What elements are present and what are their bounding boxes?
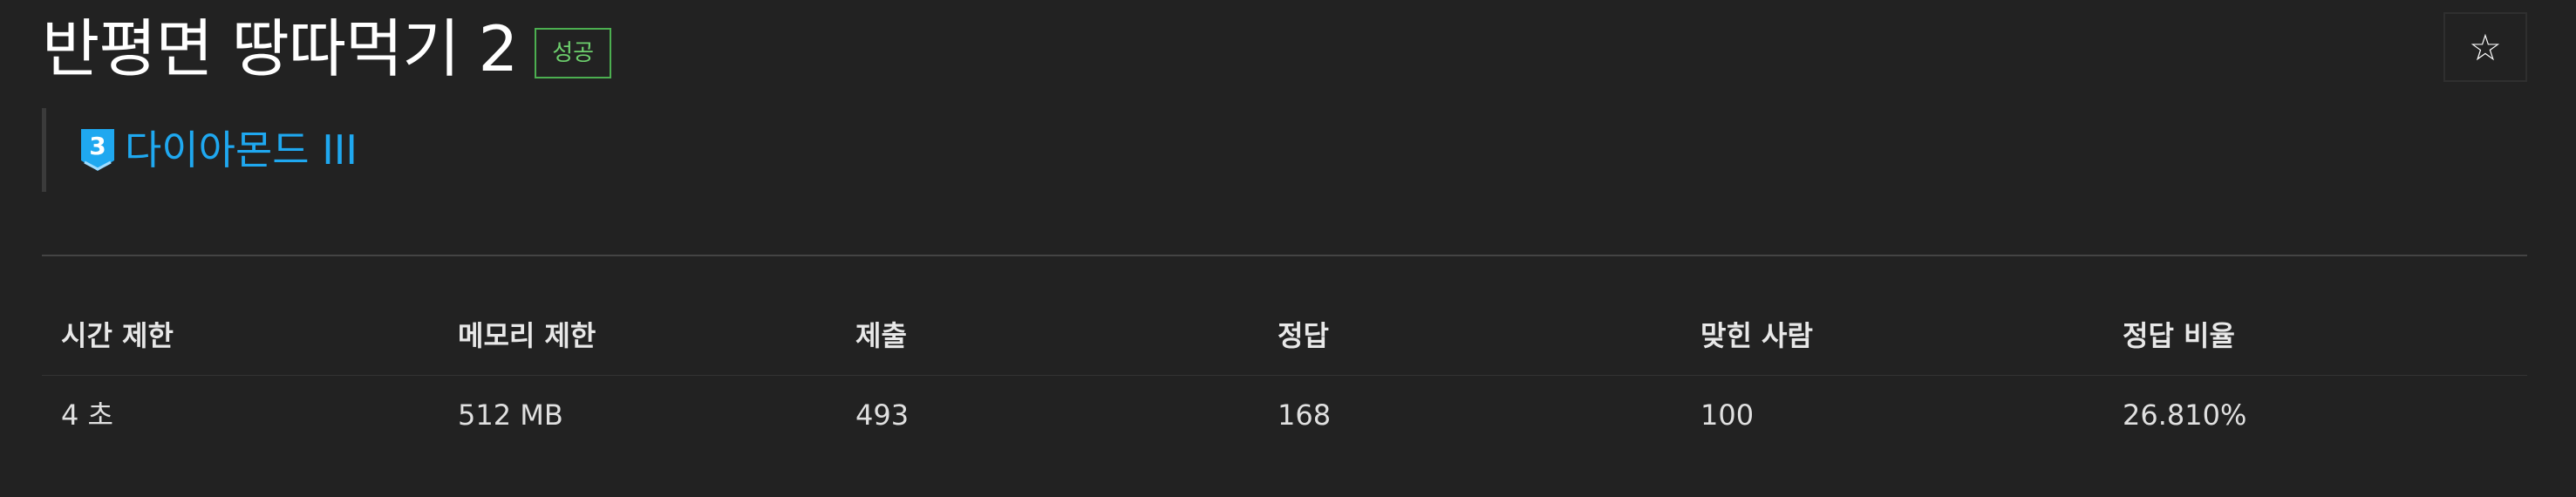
header-time-limit: 시간 제한 (61, 319, 174, 352)
status-badge: 성공 (535, 28, 612, 78)
header-divider (42, 255, 2527, 256)
value-accepted[interactable]: 168 (1258, 376, 1331, 454)
problem-header: 반평면 땅따먹기 2 성공 (42, 12, 612, 85)
value-submissions[interactable]: 493 (836, 376, 909, 454)
value-time-limit: 4 초 (61, 398, 113, 432)
stats-value-row: 4 초 512 MB 493 168 100 26.810% (42, 376, 2527, 454)
favorite-button[interactable]: ☆ (2443, 12, 2527, 82)
star-icon: ☆ (2469, 25, 2502, 69)
value-memory-limit: 512 MB (458, 398, 563, 432)
header-accepted: 정답 (1278, 319, 1329, 352)
tier-label[interactable]: 다이아몬드 III (125, 126, 358, 174)
diamond-tier-badge-icon: 3 (81, 129, 114, 171)
value-accept-ratio: 26.810% (2123, 398, 2247, 432)
tier-level-number: 3 (89, 132, 106, 160)
header-memory-limit: 메모리 제한 (458, 319, 596, 352)
value-solvers[interactable]: 100 (1681, 376, 1754, 454)
header-submissions: 제출 (855, 319, 907, 352)
header-solvers: 맞힌 사람 (1700, 319, 1813, 352)
problem-stats-table: 시간 제한 메모리 제한 제출 정답 맞힌 사람 정답 비율 4 초 512 M… (42, 296, 2527, 454)
header-accept-ratio: 정답 비율 (2123, 319, 2235, 352)
tier-info: 3 다이아몬드 III (42, 108, 358, 192)
stats-header-row: 시간 제한 메모리 제한 제출 정답 맞힌 사람 정답 비율 (42, 296, 2527, 376)
problem-title: 반평면 땅따먹기 2 (42, 12, 518, 85)
